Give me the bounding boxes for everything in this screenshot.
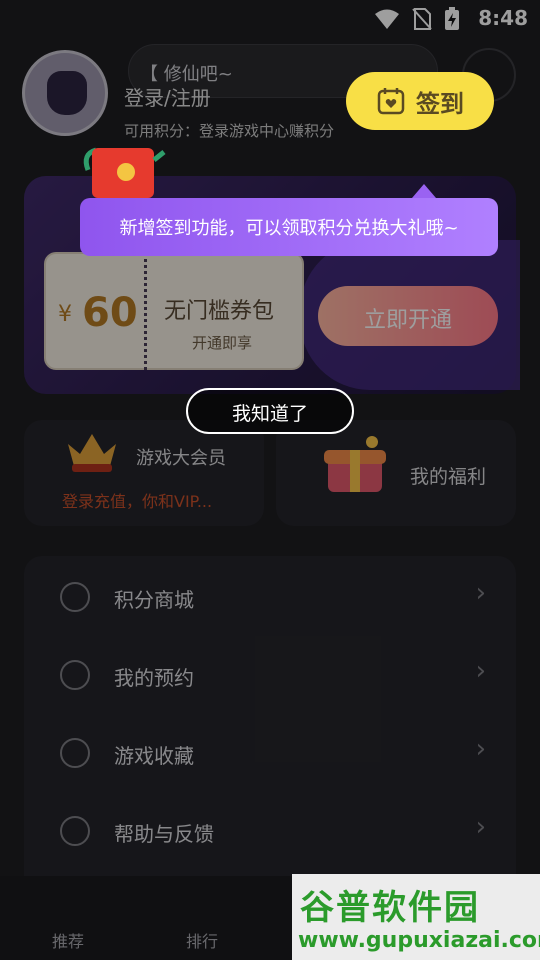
watermark-url: www.gupuxiazai.com — [298, 928, 540, 953]
red-packet-icon — [83, 147, 166, 198]
got-it-label: 我知道了 — [231, 403, 308, 425]
signin-label: 签到 — [416, 89, 464, 118]
signin-button[interactable]: 签到 — [346, 72, 494, 130]
watermark-title: 谷普软件园 — [300, 888, 480, 928]
tooltip-arrow — [412, 184, 436, 198]
tooltip-text: 新增签到功能，可以领取积分兑换大礼哦~ — [119, 218, 459, 239]
calendar-heart-icon — [377, 88, 405, 115]
